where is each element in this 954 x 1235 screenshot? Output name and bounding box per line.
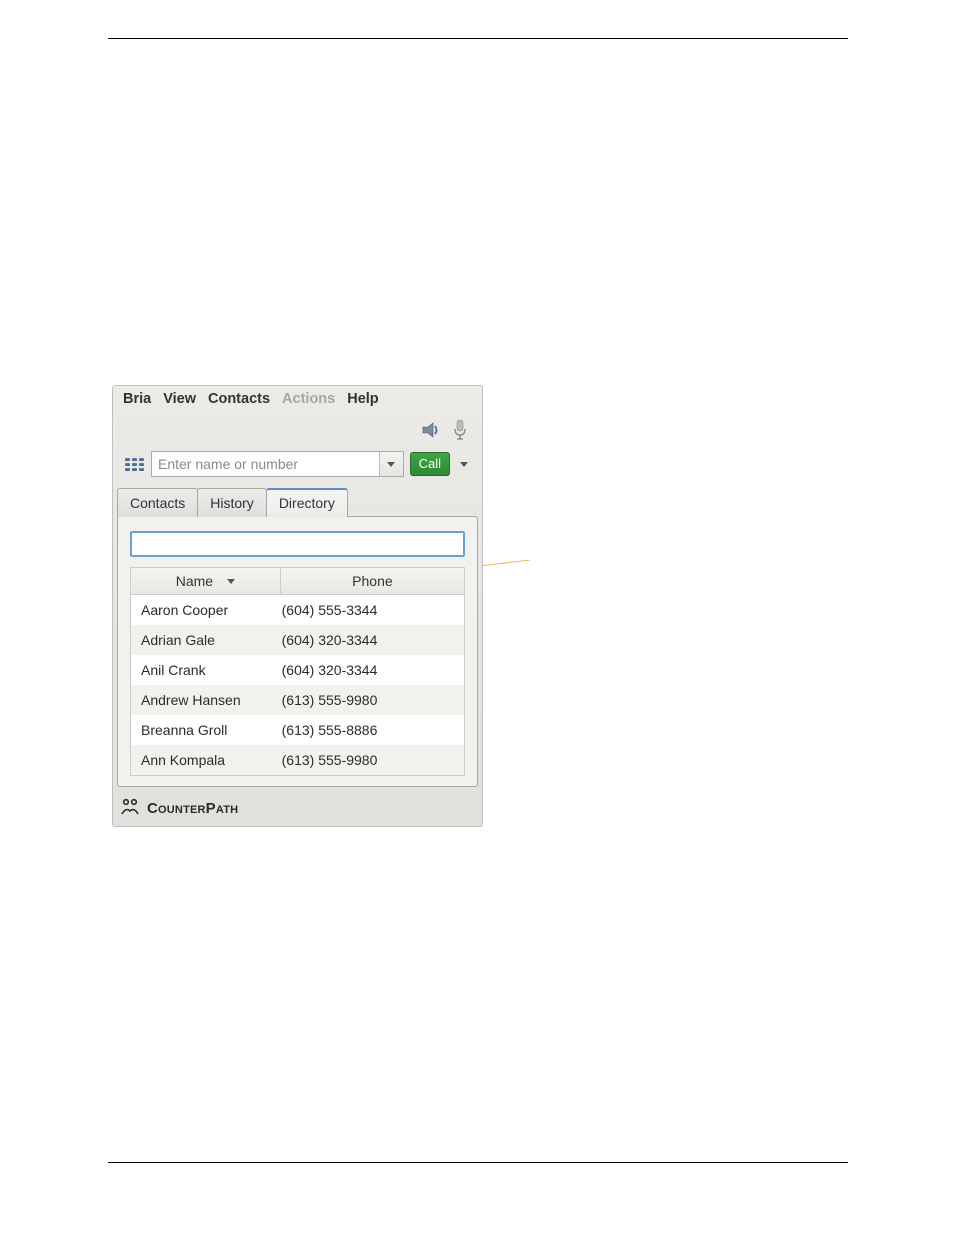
menu-item-bria[interactable]: Bria [123, 391, 151, 407]
counterpath-logo-icon [119, 797, 141, 820]
directory-table-header: Name Phone [131, 568, 464, 595]
cell-phone: (613) 555-9980 [282, 692, 456, 708]
dial-input-row: Call [113, 445, 482, 487]
microphone-icon[interactable] [452, 419, 468, 441]
app-window: Bria View Contacts Actions Help [112, 385, 483, 827]
tab-contacts[interactable]: Contacts [117, 488, 198, 517]
call-options-dropdown[interactable] [456, 462, 472, 467]
cell-name: Anil Crank [139, 662, 282, 678]
cell-name: Aaron Cooper [139, 602, 282, 618]
cell-name: Ann Kompala [139, 752, 282, 768]
directory-panel: Name Phone Aaron Cooper(604) 555-3344Adr… [117, 516, 478, 787]
dial-entry-box [151, 451, 404, 477]
cell-name: Breanna Groll [139, 722, 282, 738]
speaker-icon[interactable] [420, 420, 442, 440]
toolbar [113, 413, 482, 445]
tab-directory[interactable]: Directory [266, 488, 348, 517]
directory-rows: Aaron Cooper(604) 555-3344Adrian Gale(60… [131, 595, 464, 775]
cell-name: Andrew Hansen [139, 692, 282, 708]
table-row[interactable]: Adrian Gale(604) 320-3344 [131, 625, 464, 655]
cell-phone: (604) 320-3344 [282, 662, 456, 678]
cell-phone: (604) 555-3344 [282, 602, 456, 618]
chevron-down-icon [387, 462, 395, 467]
menu-item-actions: Actions [282, 391, 335, 407]
dial-dropdown[interactable] [379, 452, 403, 476]
chevron-down-icon [460, 462, 468, 467]
footer-brand: CounterPath [147, 800, 238, 817]
column-header-phone[interactable]: Phone [281, 568, 464, 594]
column-header-name[interactable]: Name [131, 568, 281, 594]
chevron-down-icon [227, 579, 235, 584]
cell-phone: (604) 320-3344 [282, 632, 456, 648]
dial-input[interactable] [152, 453, 379, 475]
directory-search-input[interactable] [130, 531, 465, 557]
menu-item-help[interactable]: Help [347, 391, 378, 407]
tab-history[interactable]: History [197, 488, 267, 517]
page-bottom-rule [108, 1162, 848, 1163]
cell-phone: (613) 555-8886 [282, 722, 456, 738]
page-top-rule [108, 38, 848, 39]
column-phone-label: Phone [352, 573, 392, 589]
table-row[interactable]: Ann Kompala(613) 555-9980 [131, 745, 464, 775]
call-button[interactable]: Call [410, 452, 450, 476]
directory-table: Name Phone Aaron Cooper(604) 555-3344Adr… [130, 567, 465, 776]
column-name-label: Name [176, 573, 213, 589]
tab-bar: Contacts History Directory [113, 488, 482, 517]
menu-item-contacts[interactable]: Contacts [208, 391, 270, 407]
cell-name: Adrian Gale [139, 632, 282, 648]
dialpad-icon[interactable] [123, 455, 145, 473]
cell-phone: (613) 555-9980 [282, 752, 456, 768]
table-row[interactable]: Breanna Groll(613) 555-8886 [131, 715, 464, 745]
footer: CounterPath [113, 793, 482, 826]
menu-item-view[interactable]: View [163, 391, 196, 407]
table-row[interactable]: Andrew Hansen(613) 555-9980 [131, 685, 464, 715]
table-row[interactable]: Aaron Cooper(604) 555-3344 [131, 595, 464, 625]
menu-bar: Bria View Contacts Actions Help [113, 386, 482, 413]
table-row[interactable]: Anil Crank(604) 320-3344 [131, 655, 464, 685]
